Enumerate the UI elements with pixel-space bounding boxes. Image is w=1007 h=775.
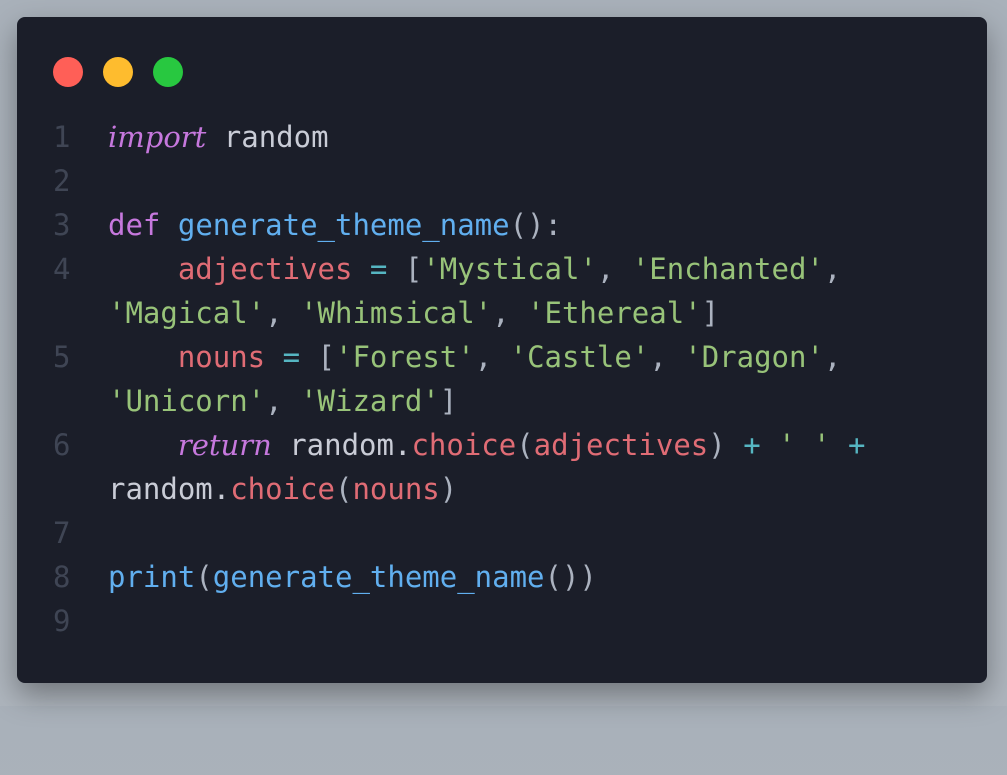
code-line: 7 [17,511,987,555]
argument: adjectives [533,428,709,462]
line-number: 9 [53,604,71,638]
method-name: choice [230,472,335,506]
punctuation: , [474,340,510,374]
keyword: def [108,208,161,242]
module-ref: random. [271,428,412,462]
line-number: 6 [53,428,71,462]
code-window: 1 import random 2 3 def generate_theme_n… [17,17,987,683]
line-content: print(generate_theme_name()) [108,555,948,599]
punctuation: , [823,340,859,374]
code-line: 3 def generate_theme_name(): [17,203,987,247]
code-line: 8 print(generate_theme_name()) [17,555,987,599]
string: 'Whimsical' [300,296,493,330]
function-name: generate_theme_name [177,208,510,242]
module-ref: random. [108,472,231,506]
maximize-dot-icon[interactable] [153,57,183,87]
string: ' ' [778,428,831,462]
punctuation: ] [701,296,720,330]
punctuation: , [649,340,685,374]
punctuation: [ [317,340,336,374]
line-number: 5 [53,340,71,374]
close-dot-icon[interactable] [53,57,83,87]
minimize-dot-icon[interactable] [103,57,133,87]
variable: nouns [177,340,266,374]
function-name: print [108,560,196,594]
string: 'Enchanted' [631,252,824,286]
punctuation: , [596,252,632,286]
code-line: 4 adjectives = ['Mystical', 'Enchanted',… [17,247,987,335]
code-line: 1 import random [17,115,987,159]
punctuation: ) [439,472,458,506]
line-number: 1 [53,120,71,154]
string: 'Mystical' [422,252,597,286]
module-name: random [206,120,329,154]
keyword: import [108,120,207,154]
line-content: nouns = ['Forest', 'Castle', 'Dragon', '… [108,335,948,423]
operator: + [725,428,779,462]
line-number: 2 [53,164,71,198]
line-number: 3 [53,208,71,242]
string: 'Castle' [509,340,650,374]
punctuation: , [265,384,301,418]
function-name: generate_theme_name [212,560,545,594]
line-content: adjectives = ['Mystical', 'Enchanted', '… [108,247,948,335]
string: 'Wizard' [300,384,440,418]
punctuation: [ [404,252,423,286]
punctuation: ( [334,472,353,506]
line-number: 8 [53,560,71,594]
code-line: 2 [17,159,987,203]
line-number: 4 [53,252,71,286]
punctuation: (): [509,208,562,242]
argument: nouns [352,472,440,506]
code-line: 5 nouns = ['Forest', 'Castle', 'Dragon',… [17,335,987,423]
punctuation: ( [516,428,534,462]
operator: + [830,428,883,462]
code-line: 9 [17,599,987,643]
string: 'Ethereal' [527,296,702,330]
string: 'Dragon' [684,340,824,374]
punctuation: , [492,296,528,330]
keyword: return [177,428,272,462]
code-block: 1 import random 2 3 def generate_theme_n… [17,115,987,643]
punctuation: , [265,296,301,330]
code-line: 6 return random.choice(adjectives) + ' '… [17,423,987,511]
method-name: choice [411,428,517,462]
string: 'Forest' [335,340,475,374]
variable: adjectives [177,252,353,286]
string: 'Unicorn' [108,384,266,418]
string: 'Magical' [108,296,266,330]
line-number: 7 [53,516,71,550]
operator: = [352,252,405,286]
punctuation: ()) [544,560,597,594]
punctuation: ( [195,560,213,594]
line-content: import random [108,115,948,159]
operator: = [265,340,318,374]
line-content: def generate_theme_name(): [108,203,948,247]
punctuation: , [823,252,859,286]
line-content: return random.choice(adjectives) + ' ' +… [108,423,948,511]
punctuation: ] [439,384,458,418]
punctuation: ) [708,428,726,462]
